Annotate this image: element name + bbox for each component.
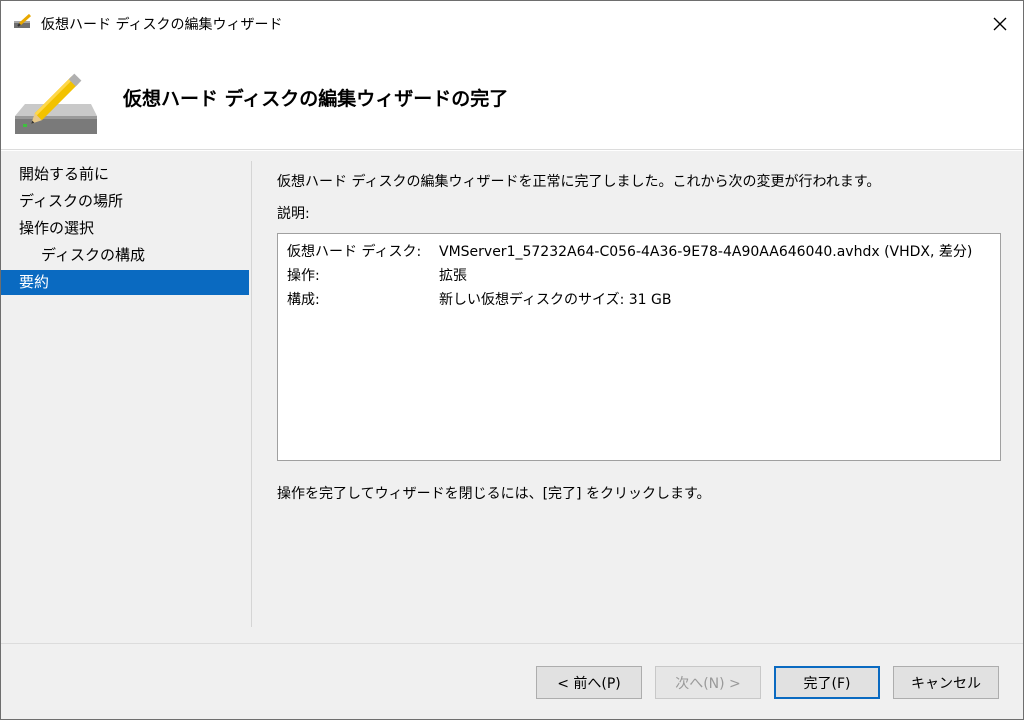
- nav-item-summary[interactable]: 要約: [1, 270, 249, 295]
- finish-instruction: 操作を完了してウィザードを閉じるには、[完了] をクリックします。: [277, 486, 711, 502]
- wizard-window: 仮想ハード ディスクの編集ウィザード 仮想ハード ディスクの編集ウィザードの完了…: [0, 0, 1024, 720]
- finish-button[interactable]: 完了(F): [774, 666, 880, 699]
- title-bar: 仮想ハード ディスクの編集ウィザード: [1, 1, 1023, 46]
- summary-value: VMServer1_57232A64-C056-4A36-9E78-4A90AA…: [439, 244, 973, 260]
- summary-box[interactable]: 仮想ハード ディスク: VMServer1_57232A64-C056-4A36…: [277, 233, 1001, 461]
- summary-key: 仮想ハード ディスク:: [287, 244, 422, 260]
- nav-item-choose-action[interactable]: 操作の選択: [1, 215, 251, 242]
- summary-row: 構成: 新しい仮想ディスクのサイズ: 31 GB: [287, 288, 991, 312]
- intro-text: 仮想ハード ディスクの編集ウィザードを正常に完了しました。これから次の変更が行わ…: [277, 174, 881, 190]
- next-button[interactable]: 次へ(N) >: [655, 666, 761, 699]
- prev-button[interactable]: < 前へ(P): [536, 666, 642, 699]
- close-icon: [993, 17, 1007, 30]
- nav-divider: [251, 161, 252, 627]
- button-bar: < 前へ(P) 次へ(N) > 完了(F) キャンセル: [1, 643, 1023, 719]
- page-title: 仮想ハード ディスクの編集ウィザードの完了: [123, 88, 509, 110]
- close-button[interactable]: [977, 1, 1023, 46]
- summary-value: 拡張: [439, 268, 467, 284]
- summary-key: 操作:: [287, 268, 320, 284]
- wizard-nav: 開始する前に ディスクの場所 操作の選択 ディスクの構成 要約: [1, 161, 251, 295]
- description-label: 説明:: [277, 206, 310, 222]
- wizard-body: 開始する前に ディスクの場所 操作の選択 ディスクの構成 要約 仮想ハード ディ…: [1, 151, 1023, 643]
- wizard-header: 仮想ハード ディスクの編集ウィザードの完了: [1, 46, 1023, 150]
- disk-pencil-icon: [13, 13, 33, 30]
- nav-item-disk-location[interactable]: ディスクの場所: [1, 188, 251, 215]
- cancel-button[interactable]: キャンセル: [893, 666, 999, 699]
- summary-value: 新しい仮想ディスクのサイズ: 31 GB: [439, 292, 672, 308]
- summary-row: 操作: 拡張: [287, 264, 991, 288]
- summary-row: 仮想ハード ディスク: VMServer1_57232A64-C056-4A36…: [287, 240, 991, 264]
- summary-key: 構成:: [287, 292, 320, 308]
- window-title: 仮想ハード ディスクの編集ウィザード: [41, 17, 283, 33]
- disk-pencil-icon: [11, 68, 101, 140]
- nav-item-before-you-begin[interactable]: 開始する前に: [1, 161, 251, 188]
- nav-item-configure-disk[interactable]: ディスクの構成: [1, 242, 251, 269]
